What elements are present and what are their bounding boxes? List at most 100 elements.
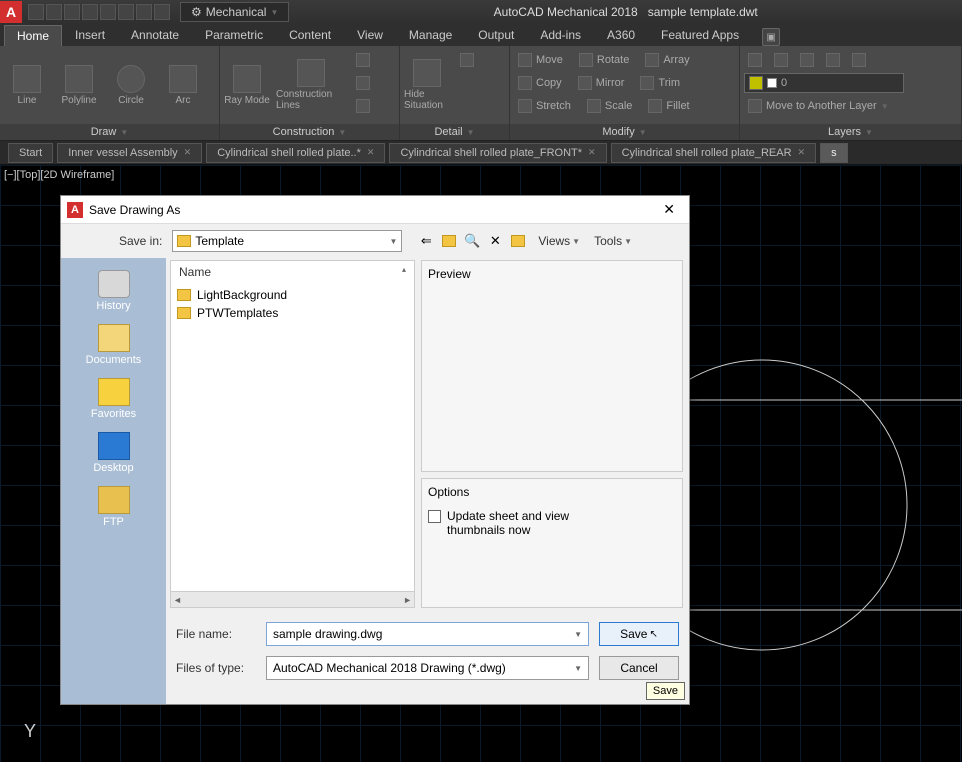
close-icon[interactable]: ✕	[798, 147, 806, 158]
qat-redo-icon[interactable]	[136, 4, 152, 20]
place-history[interactable]: History	[69, 266, 159, 316]
views-dropdown[interactable]: Views ▼	[534, 232, 584, 250]
const-extra-2[interactable]	[352, 73, 374, 93]
copy-button[interactable]: Copy	[514, 73, 566, 93]
qat-plot-icon[interactable]	[100, 4, 116, 20]
save-button[interactable]: Save↖	[599, 622, 679, 646]
close-button[interactable]: ✕	[655, 201, 683, 218]
qat-save-icon[interactable]	[64, 4, 80, 20]
qat-new-icon[interactable]	[28, 4, 44, 20]
new-folder-button[interactable]	[508, 231, 528, 251]
delete-button[interactable]: ✕	[485, 231, 505, 251]
tab-view[interactable]: View	[344, 24, 396, 46]
cancel-button[interactable]: Cancel	[599, 656, 679, 680]
layer-btn-2[interactable]	[770, 50, 792, 70]
file-list[interactable]: Name▴ LightBackground PTWTemplates ◄►	[170, 260, 415, 608]
polyline-button[interactable]: Polyline	[56, 50, 102, 120]
fillet-button[interactable]: Fillet	[644, 96, 693, 116]
tab-addins[interactable]: Add-ins	[527, 24, 594, 46]
layer-combo[interactable]: 0	[744, 73, 904, 93]
panel-detail: Hide Situation Detail ▼	[400, 46, 510, 140]
place-documents[interactable]: Documents	[69, 320, 159, 370]
file-name-input[interactable]: sample drawing.dwg▼	[266, 622, 589, 646]
circle-button[interactable]: Circle	[108, 50, 154, 120]
save-in-value: Template	[195, 234, 244, 248]
layer-btn-1[interactable]	[744, 50, 766, 70]
chevron-down-icon: ▼	[389, 237, 397, 246]
dialog-app-icon: A	[67, 202, 83, 218]
const-extra-1[interactable]	[352, 50, 374, 70]
qat-undo-icon[interactable]	[118, 4, 134, 20]
panel-draw-title: Draw	[91, 126, 117, 138]
dialog-body: History Documents Favorites Desktop FTP …	[61, 258, 689, 704]
doc-tab-2[interactable]: Cylindrical shell rolled plate..*✕	[206, 143, 385, 163]
raymode-button[interactable]: Ray Mode	[224, 50, 270, 120]
hide-icon	[413, 59, 441, 87]
ribbon-help-icon[interactable]: ▣	[762, 28, 780, 46]
constlines-button[interactable]: Construction Lines	[276, 50, 346, 120]
doc-tab-3[interactable]: Cylindrical shell rolled plate_FRONT*✕	[389, 143, 606, 163]
up-folder-button[interactable]	[439, 231, 459, 251]
tab-parametric[interactable]: Parametric	[192, 24, 276, 46]
doc-tab-1[interactable]: Inner vessel Assembly✕	[57, 143, 202, 163]
viewport-label[interactable]: [−][Top][2D Wireframe]	[4, 169, 114, 181]
save-as-dialog: A Save Drawing As ✕ Save in: Template ▼ …	[60, 195, 690, 705]
search-web-button[interactable]: 🔍	[462, 231, 482, 251]
app-icon[interactable]: A	[0, 1, 22, 23]
layer-btn-5[interactable]	[848, 50, 870, 70]
move-to-layer-button[interactable]: Move to Another Layer▼	[744, 96, 957, 116]
qat-open-icon[interactable]	[46, 4, 62, 20]
mirror-button[interactable]: Mirror	[574, 73, 629, 93]
close-icon[interactable]: ✕	[184, 147, 192, 158]
doc-tab-5[interactable]: s	[820, 143, 848, 163]
place-ftp[interactable]: FTP	[69, 482, 159, 532]
array-button[interactable]: Array	[641, 50, 693, 70]
file-type-combo[interactable]: AutoCAD Mechanical 2018 Drawing (*.dwg)▼	[266, 656, 589, 680]
update-thumbnails-checkbox[interactable]	[428, 510, 441, 523]
tab-insert[interactable]: Insert	[62, 24, 118, 46]
stretch-button[interactable]: Stretch	[514, 96, 575, 116]
tab-output[interactable]: Output	[465, 24, 527, 46]
back-button[interactable]: ⇐	[416, 231, 436, 251]
panel-construction-title: Construction	[273, 126, 335, 138]
tab-annotate[interactable]: Annotate	[118, 24, 192, 46]
scale-button[interactable]: Scale	[583, 96, 637, 116]
save-in-combo[interactable]: Template ▼	[172, 230, 402, 252]
hidesit-button[interactable]: Hide Situation	[404, 50, 450, 120]
move-button[interactable]: Move	[514, 50, 567, 70]
ray-icon	[233, 65, 261, 93]
detail-extra[interactable]	[456, 50, 478, 70]
column-name[interactable]: Name	[179, 265, 211, 279]
const-extra-3[interactable]	[352, 96, 374, 116]
tools-dropdown[interactable]: Tools ▼	[590, 232, 636, 250]
tab-a360[interactable]: A360	[594, 24, 648, 46]
tab-home[interactable]: Home	[4, 25, 62, 46]
dialog-titlebar[interactable]: A Save Drawing As ✕	[61, 196, 689, 224]
tab-featured[interactable]: Featured Apps	[648, 24, 752, 46]
dialog-toolbar: Save in: Template ▼ ⇐ 🔍 ✕ Views ▼ Tools …	[61, 224, 689, 258]
qat-saveas-icon[interactable]	[82, 4, 98, 20]
doc-tab-start[interactable]: Start	[8, 143, 53, 163]
list-item[interactable]: PTWTemplates	[177, 304, 408, 322]
tab-manage[interactable]: Manage	[396, 24, 465, 46]
layer-btn-3[interactable]	[796, 50, 818, 70]
doc-tab-4[interactable]: Cylindrical shell rolled plate_REAR✕	[611, 143, 817, 163]
horizontal-scrollbar[interactable]: ◄►	[171, 591, 414, 607]
place-favorites[interactable]: Favorites	[69, 374, 159, 424]
close-icon[interactable]: ✕	[367, 147, 375, 158]
trim-button[interactable]: Trim	[636, 73, 684, 93]
rotate-button[interactable]: Rotate	[575, 50, 633, 70]
panel-modify-title: Modify	[602, 126, 634, 138]
place-desktop[interactable]: Desktop	[69, 428, 159, 478]
qat-more-icon[interactable]	[154, 4, 170, 20]
tab-content[interactable]: Content	[276, 24, 344, 46]
line-button[interactable]: Line	[4, 50, 50, 120]
arc-button[interactable]: Arc	[160, 50, 206, 120]
favorites-icon	[98, 378, 130, 406]
list-item[interactable]: LightBackground	[177, 286, 408, 304]
layer-btn-4[interactable]	[822, 50, 844, 70]
options-label: Options	[428, 485, 469, 499]
panel-detail-title: Detail	[434, 126, 462, 138]
close-icon[interactable]: ✕	[588, 147, 596, 158]
workspace-dropdown[interactable]: ⚙ Mechanical ▼	[180, 2, 289, 22]
